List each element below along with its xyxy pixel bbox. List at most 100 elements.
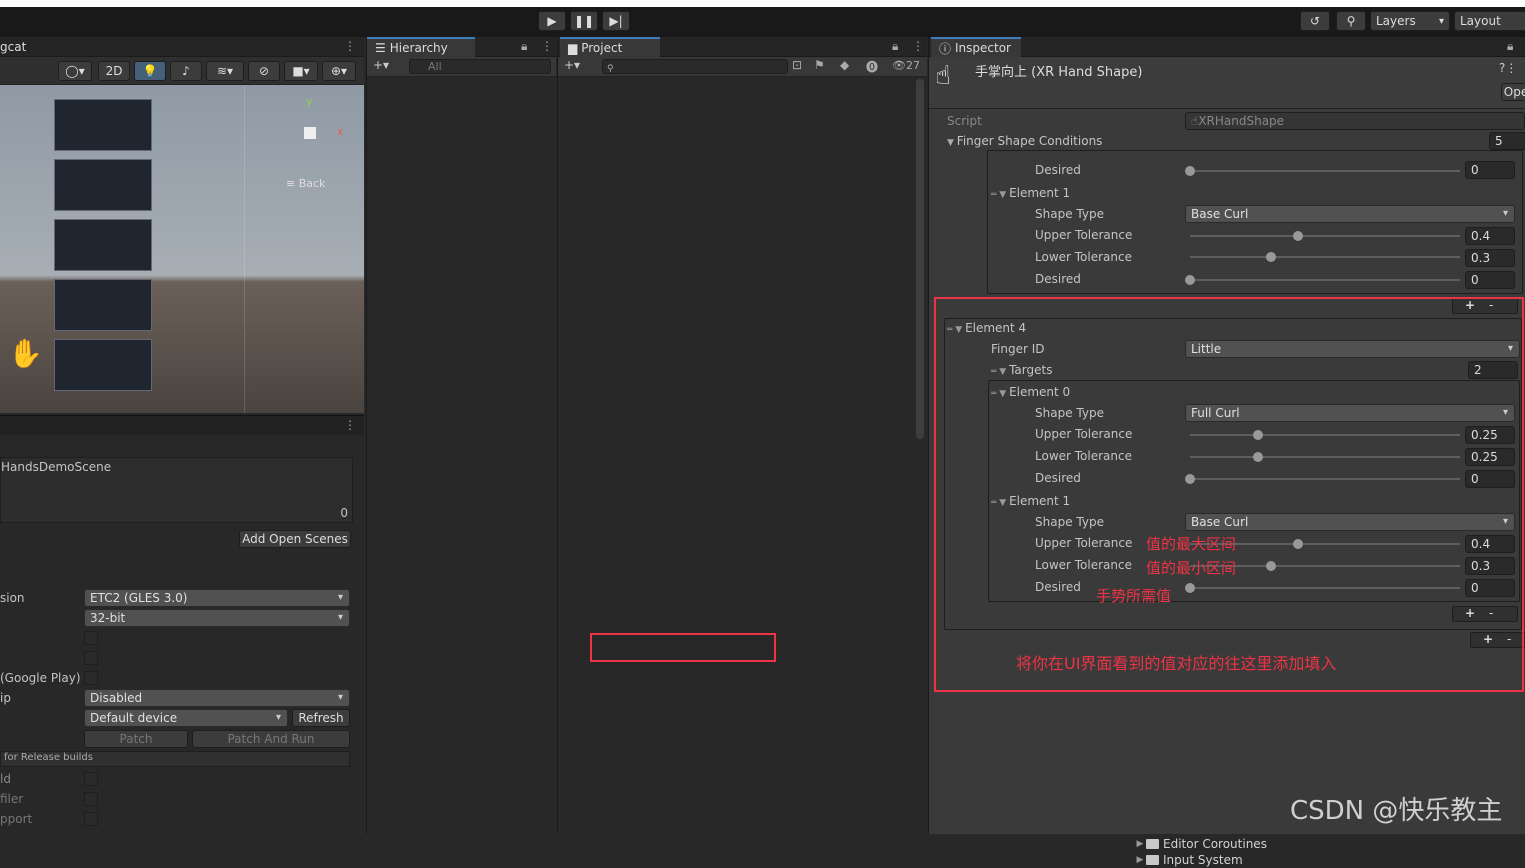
audio-toggle[interactable]: ♪ [170,61,202,81]
highlight-rect-asset [590,633,776,662]
run-device-dropdown[interactable]: Default device [84,709,288,727]
project-search-input[interactable]: ⚲ [602,59,788,74]
project-tab-label: Project [581,41,623,55]
foldout-label: Element 1 [1009,186,1071,200]
slider-handle[interactable] [1185,166,1195,176]
pause-icon: ❚❚ [573,14,595,28]
project-item[interactable]: ▶ Input System [1134,852,1243,868]
effects-toggle[interactable]: ≋▾ [206,61,244,81]
finger-shape-conditions-foldout[interactable]: ▼ Finger Shape Conditions [947,134,1102,148]
lock-icon[interactable]: 🔒︎ [521,39,527,54]
pause-button[interactable]: ❚❚ [570,11,598,31]
gizmos-button[interactable]: ⊕▾ [322,61,356,81]
axis-gizmo[interactable]: y x [282,95,344,157]
more-icon[interactable]: ⋮ [912,39,924,53]
help-icon[interactable]: ?⋮ [1499,61,1517,75]
checkbox[interactable] [84,792,98,806]
scene-entry[interactable]: HandsDemoScene [1,460,111,474]
desired-label: Desired [1035,272,1081,286]
tag-icon[interactable]: ◆ [840,58,849,72]
more-icon[interactable]: ⋮ [344,39,356,53]
gizmo-icon: ⊕▾ [330,64,348,78]
search-button[interactable]: ⚲ [1336,11,1366,31]
slider-handle[interactable] [1185,275,1195,285]
filter-type-icon[interactable]: ⊡ [792,58,802,72]
scene-tab[interactable]: gcat [0,40,26,54]
more-icon[interactable]: ⋮ [344,418,356,432]
upper-slider[interactable] [1190,231,1460,241]
history-icon: ↺ [1309,14,1321,28]
lower-field[interactable]: 0.3 [1465,249,1515,267]
lower-slider[interactable] [1190,252,1460,262]
conditions-label: Finger Shape Conditions [956,134,1103,148]
project-tab[interactable]: ▆ Project [560,37,660,57]
project-scrollbar[interactable] [916,79,924,439]
texture-compression-dropdown[interactable]: ETC2 (GLES 3.0) [84,589,350,607]
filter-label-icon[interactable]: ⚑ [814,58,825,72]
view-back-label[interactable]: ≡ Back [286,177,325,190]
list-icon: ☰ [375,41,386,55]
chevron-down-icon: ▼ [947,138,957,148]
eye-slash-icon: ⊘ [258,64,270,78]
slider-handle[interactable] [1293,231,1303,241]
open-button[interactable]: Ope [1501,83,1525,101]
lock-icon[interactable]: 🔒︎ [892,39,898,54]
build-option-label: filer [0,792,24,806]
desired-field[interactable]: 0 [1465,271,1515,289]
checkbox[interactable] [84,772,98,786]
hierarchy-tab[interactable]: ☰ Hierarchy [367,37,475,57]
warning-icon[interactable]: ⓿ [866,58,878,75]
history-button[interactable]: ↺ [1300,11,1330,31]
layers-dropdown[interactable]: Layers ▾ [1370,11,1450,31]
conditions-count-field[interactable]: 5 [1489,132,1525,150]
open-label: Ope [1503,85,1525,99]
upper-tolerance-label: Upper Tolerance [1035,228,1133,242]
layers-icon: ≋▾ [216,64,234,78]
debug-dropdown[interactable]: Disabled [84,689,350,707]
inspector-tab-label: Inspector [955,41,1011,55]
layout-dropdown[interactable]: Layout [1454,11,1525,31]
camera-button[interactable]: ■▾ [284,61,318,81]
chevron-right-icon[interactable]: ▶ [1134,855,1146,865]
upper-field[interactable]: 0.4 [1465,227,1515,245]
play-button[interactable]: ▶ [538,11,566,31]
add-open-scenes-button[interactable]: Add Open Scenes [239,530,351,548]
lock-icon[interactable]: 🔒︎ [1507,39,1513,54]
slider-handle[interactable] [1266,252,1276,262]
compression-label: sion [0,591,25,605]
checkbox[interactable] [84,812,98,826]
google-play-label: (Google Play) [0,671,81,685]
chevron-right-icon[interactable]: ▶ [1134,839,1146,849]
step-button[interactable]: ▶| [602,11,630,31]
refresh-button[interactable]: Refresh [292,709,350,727]
lighting-toggle[interactable]: 💡 [134,61,166,81]
2d-toggle[interactable]: 2D [98,61,130,81]
add-icon[interactable]: +▾ [373,58,389,72]
window-top-edge [0,0,1525,7]
element1-foldout[interactable]: ═ ▼ Element 1 [991,186,1070,200]
hierarchy-search-input[interactable]: All [409,59,551,74]
scene-viewport[interactable]: ✋ y x ≡ Back [0,85,364,413]
build-header: ⋮ [0,415,364,435]
shape-type-dropdown[interactable]: Base Curl [1185,205,1515,223]
project-item[interactable]: ▶ Editor Coroutines [1134,836,1267,852]
axis-cube [304,127,316,139]
patch-and-run-button[interactable]: Patch And Run [192,730,350,748]
patch-button[interactable]: Patch [84,730,188,748]
inspector-tab[interactable]: ⓘ Inspector [931,37,1021,57]
shading-button[interactable]: ◯▾ [58,61,92,81]
hidden-count-label: 27 [905,59,920,72]
checkbox[interactable] [84,631,98,645]
architecture-dropdown[interactable]: 32-bit [84,609,350,627]
hidden-count[interactable]: 👁︎27 [892,59,920,72]
checkbox[interactable] [84,651,98,665]
checkbox[interactable] [84,671,98,685]
step-icon: ▶| [609,14,623,28]
more-icon[interactable]: ⋮ [541,39,553,53]
desired-slider[interactable] [1185,166,1460,176]
visibility-toggle[interactable]: ⊘ [248,61,280,81]
add-icon[interactable]: +▾ [564,58,580,72]
annotation-need: 手势所需值 [1096,587,1172,605]
desired-slider[interactable] [1185,275,1460,285]
desired-field[interactable]: 0 [1465,161,1515,179]
